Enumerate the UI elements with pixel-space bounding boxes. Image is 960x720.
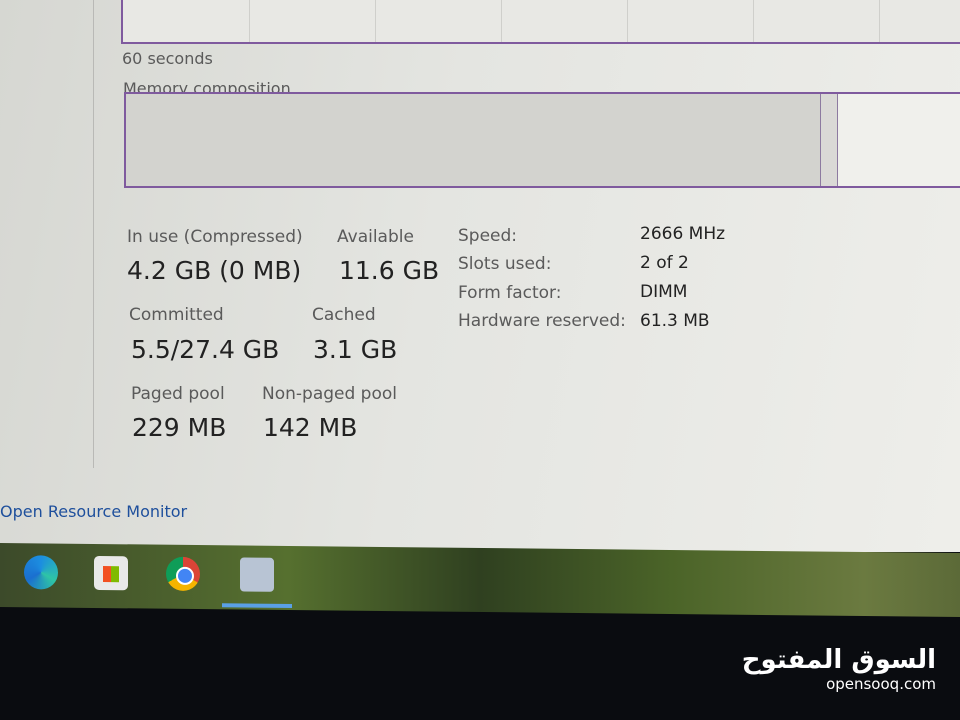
chrome-icon[interactable]: [166, 556, 200, 592]
paged-pool-value: 229 MB: [132, 413, 227, 442]
paged-pool-label: Paged pool: [131, 384, 225, 404]
watermark-arabic: السوق المفتوح: [741, 645, 936, 675]
open-resource-monitor-link[interactable]: Open Resource Monitor: [0, 502, 187, 521]
speed-value: 2666 MHz: [640, 224, 726, 244]
form-factor-label: Form factor:: [458, 283, 562, 303]
cached-value: 3.1 GB: [313, 335, 398, 364]
in-use-label: In use (Compressed): [127, 227, 303, 247]
watermark-latin: opensooq.com: [826, 675, 936, 693]
sidebar-divider: [93, 0, 94, 468]
available-label: Available: [337, 227, 414, 247]
in-use-segment: [126, 94, 820, 186]
in-use-value: 4.2 GB (0 MB): [127, 256, 302, 285]
task-manager-memory-panel: 60 seconds Memory composition In use (Co…: [0, 0, 960, 552]
microsoft-store-icon[interactable]: [94, 555, 128, 591]
hardware-reserved-value: 61.3 MB: [640, 311, 710, 331]
form-factor-value: DIMM: [640, 282, 688, 302]
committed-label: Committed: [129, 305, 224, 325]
slots-used-label: Slots used:: [458, 254, 552, 274]
watermark-logo: السوق المفتوح opensooq.com: [742, 645, 936, 693]
committed-value: 5.5/27.4 GB: [131, 335, 280, 364]
non-paged-pool-label: Non-paged pool: [262, 384, 397, 404]
taskbar: [0, 542, 960, 618]
available-value: 11.6 GB: [339, 256, 440, 285]
memory-composition-bar: [124, 92, 960, 188]
modified-segment: [820, 94, 838, 186]
memory-usage-graph: [121, 0, 960, 44]
slots-used-value: 2 of 2: [640, 253, 689, 273]
speed-label: Speed:: [458, 226, 518, 246]
non-paged-pool-value: 142 MB: [263, 413, 358, 442]
hardware-reserved-label: Hardware reserved:: [458, 311, 626, 331]
cached-label: Cached: [312, 305, 376, 325]
edge-icon[interactable]: [24, 555, 58, 590]
active-app-indicator: [222, 603, 292, 609]
task-manager-icon[interactable]: [240, 557, 274, 592]
graph-time-label: 60 seconds: [122, 49, 213, 68]
